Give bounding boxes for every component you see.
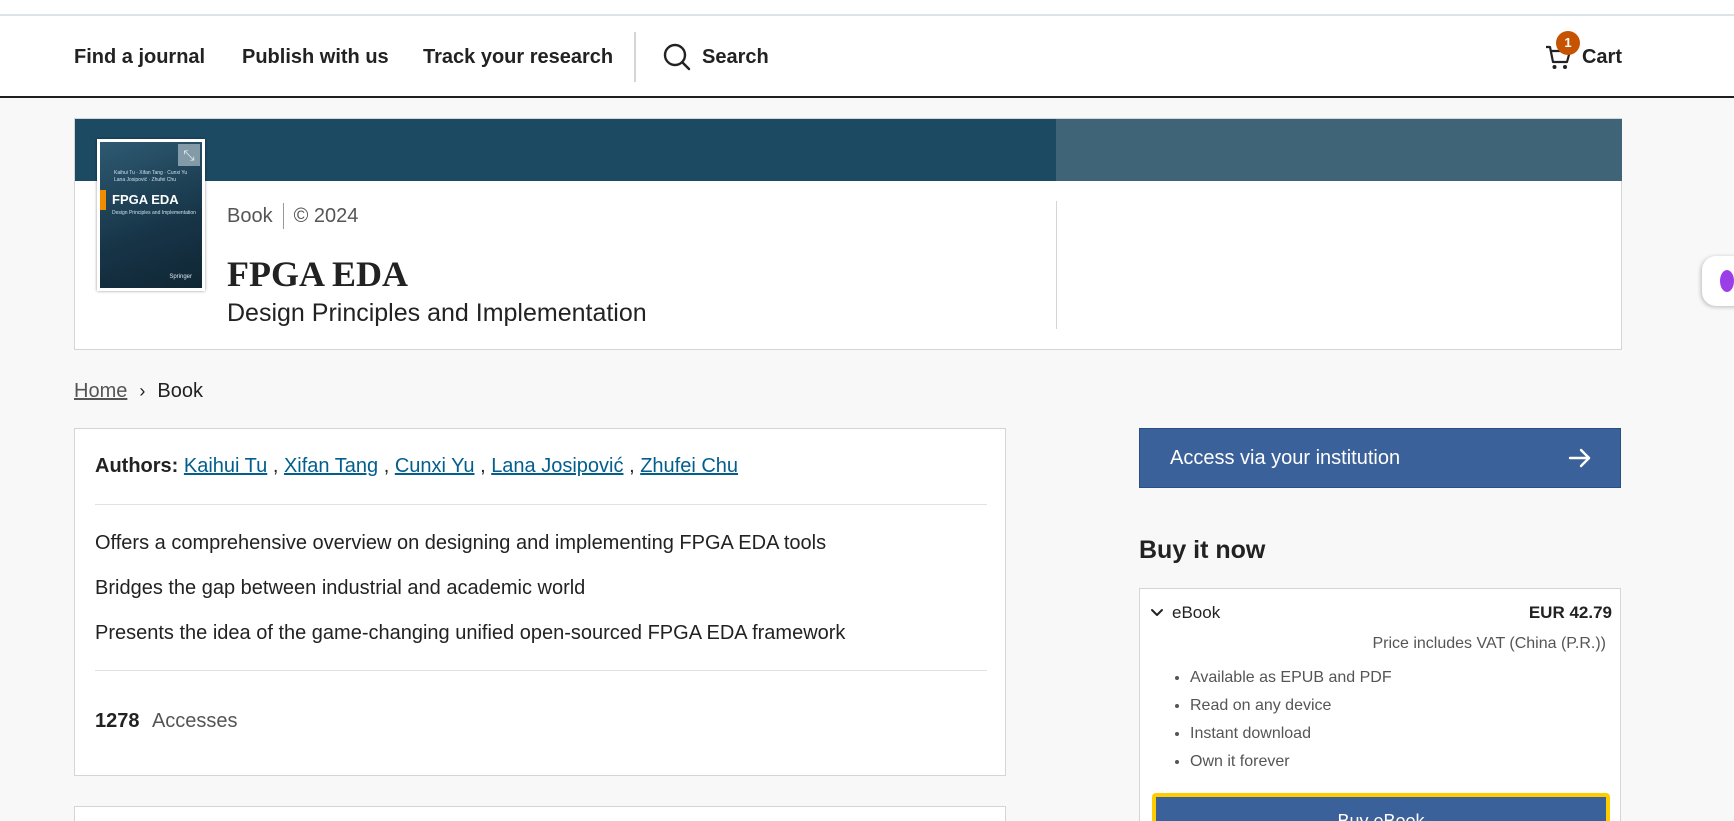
hero-band-right [1056, 119, 1622, 181]
cover-publisher-logo: Springer [169, 274, 192, 280]
ebook-features: Available as EPUB and PDF Read on any de… [1190, 667, 1392, 779]
feedback-icon [1720, 270, 1734, 292]
breadcrumb-home[interactable]: Home [74, 380, 127, 403]
hero-band [75, 119, 1056, 181]
author-link[interactable]: Zhufei Chu [640, 455, 738, 477]
vat-note: Price includes VAT (China (P.R.)) [1372, 635, 1606, 652]
ebook-row: eBook EUR 42.79 [1150, 603, 1612, 623]
author-separator: , [480, 455, 486, 477]
expand-icon[interactable]: ⤡ [178, 144, 200, 166]
book-info-card: Authors: Kaihui Tu , Xifan Tang , Cunxi … [74, 428, 1006, 776]
author-link[interactable]: Lana Josipović [491, 455, 623, 477]
ebook-price: EUR 42.79 [1528, 603, 1612, 622]
breadcrumb: Home › Book [74, 380, 203, 403]
authors-line: Authors: Kaihui Tu , Xifan Tang , Cunxi … [95, 455, 738, 478]
arrow-right-icon [1568, 448, 1591, 468]
nav-find-journal[interactable]: Find a journal [74, 16, 205, 98]
highlight-item: Bridges the gap between industrial and a… [95, 577, 586, 599]
feature-item: Instant download [1190, 723, 1392, 751]
highlight-item: Presents the idea of the game-changing u… [95, 622, 846, 644]
author-separator: , [629, 455, 635, 477]
content-type: Book [227, 204, 273, 227]
breadcrumb-current: Book [157, 380, 203, 402]
nav-divider [634, 32, 636, 82]
book-subtitle: Design Principles and Implementation [227, 299, 647, 327]
accesses-metric: 1278 Accesses [95, 710, 238, 733]
book-meta: Book © 2024 [227, 203, 358, 229]
author-separator: , [272, 455, 279, 477]
cover-title: FPGA EDA [112, 192, 179, 207]
chevron-right-icon: › [139, 381, 146, 401]
access-institution-label: Access via your institution [1170, 446, 1401, 469]
buy-heading: Buy it now [1139, 536, 1266, 564]
divider [95, 670, 987, 671]
buy-box: eBook EUR 42.79 Price includes VAT (Chin… [1139, 588, 1621, 821]
cover-subtitle: Design Principles and Implementation [112, 210, 196, 216]
book-title: FPGA EDA [227, 254, 409, 294]
feature-item: Read on any device [1190, 695, 1392, 723]
access-institution-button[interactable]: Access via your institution [1139, 428, 1621, 488]
cart-label: Cart [1581, 45, 1622, 68]
nav-track-research[interactable]: Track your research [423, 16, 613, 98]
cart-icon: 1 [1544, 31, 1580, 71]
author-link[interactable]: Kaihui Tu [184, 455, 267, 477]
top-strip [0, 0, 1734, 16]
ebook-label: eBook [1172, 603, 1221, 622]
accesses-label: Accesses [151, 710, 238, 732]
book-cover[interactable]: Kaihui Tu · Xifan Tang · Cunxi Yu Lana J… [97, 139, 205, 291]
cover-authors: Kaihui Tu · Xifan Tang · Cunxi Yu Lana J… [114, 170, 188, 183]
search-button[interactable]: Search [662, 16, 769, 98]
authors-label: Authors: [95, 455, 179, 477]
divider [95, 504, 987, 505]
book-hero: Kaihui Tu · Xifan Tang · Cunxi Yu Lana J… [74, 118, 1622, 350]
accesses-count: 1278 [95, 710, 140, 732]
highlight-item: Offers a comprehensive overview on desig… [95, 532, 827, 554]
cover-accent-stripe [100, 190, 106, 210]
cart-button[interactable]: 1 Cart [1544, 16, 1622, 98]
feature-item: Own it forever [1190, 751, 1392, 779]
site-header: Find a journal Publish with us Track you… [0, 16, 1734, 98]
meta-separator [282, 203, 284, 229]
feedback-side-tab[interactable] [1702, 256, 1734, 306]
cart-count-badge: 1 [1555, 31, 1580, 55]
search-icon [663, 43, 691, 71]
copyright-year: © 2024 [293, 204, 359, 227]
feature-item: Available as EPUB and PDF [1190, 667, 1392, 695]
hero-divider [1056, 201, 1057, 329]
next-card [74, 806, 1006, 821]
author-link[interactable]: Xifan Tang [284, 455, 378, 477]
buy-ebook-button[interactable]: Buy eBook [1152, 793, 1610, 821]
nav-publish-with-us[interactable]: Publish with us [242, 16, 389, 98]
author-separator: , [383, 455, 390, 477]
chevron-down-icon [1151, 609, 1163, 616]
author-link[interactable]: Cunxi Yu [395, 455, 475, 477]
search-label: Search [702, 45, 769, 68]
ebook-toggle[interactable]: eBook [1150, 603, 1220, 623]
